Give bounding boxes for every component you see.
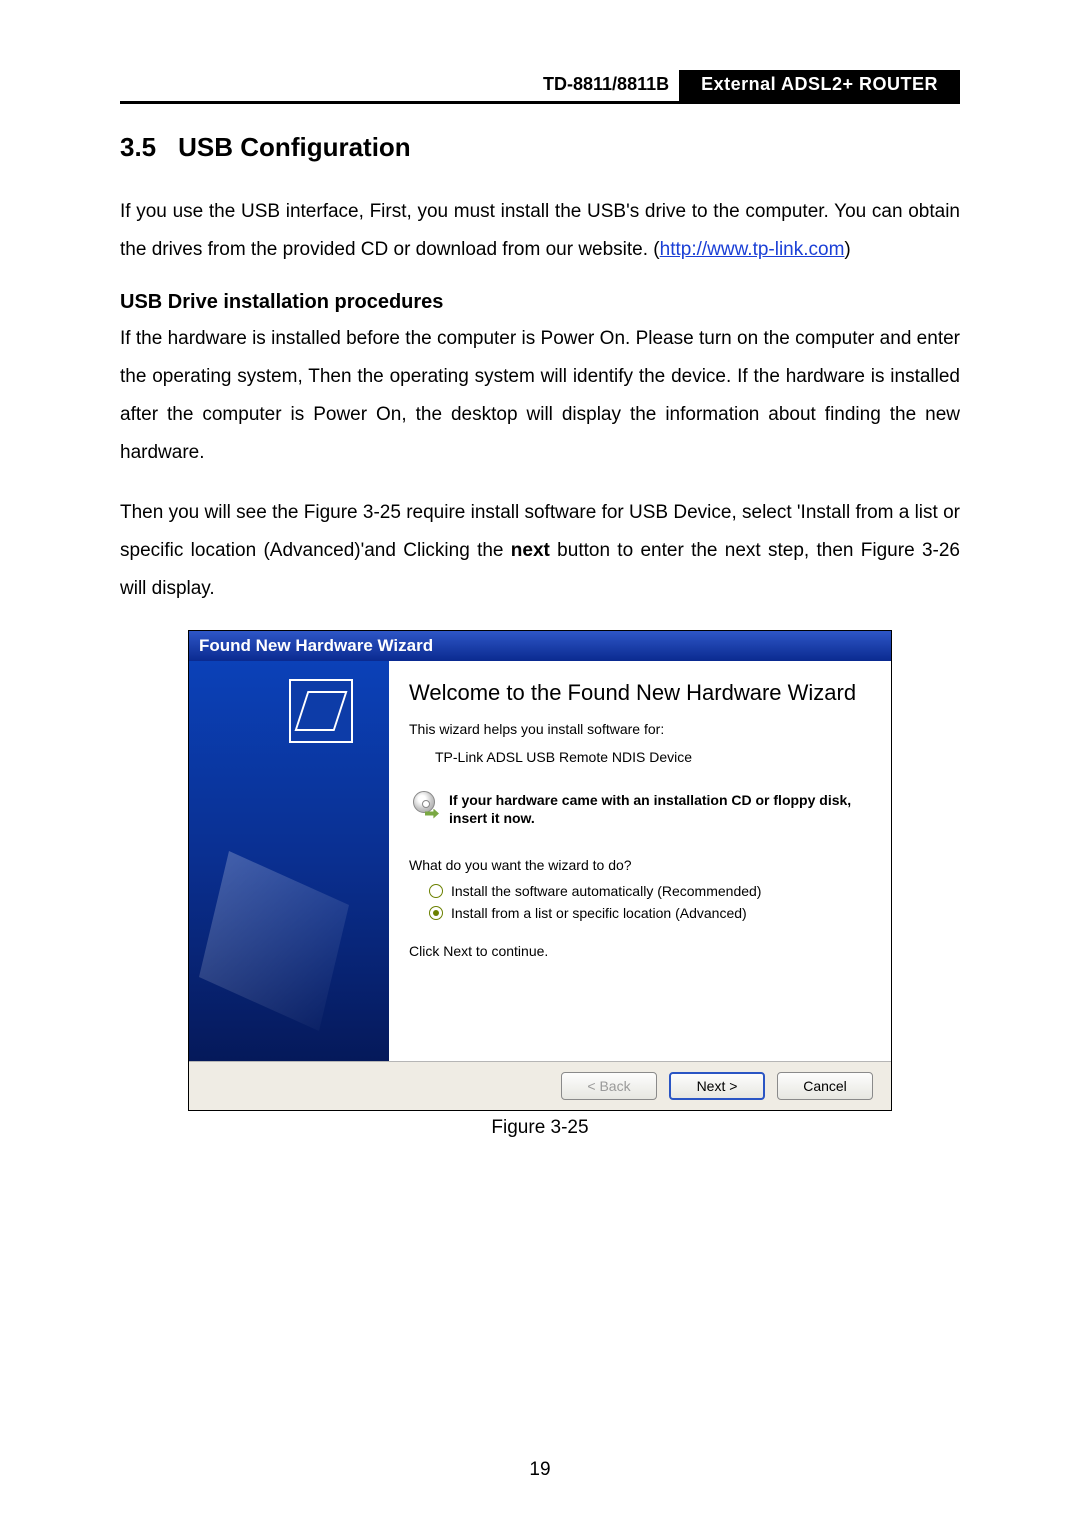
figure-caption: Figure 3-25 — [120, 1117, 960, 1139]
wizard-footer: < Back Next > Cancel — [189, 1061, 891, 1110]
back-button: < Back — [561, 1072, 657, 1100]
wizard-device-name: TP-Link ADSL USB Remote NDIS Device — [435, 749, 869, 765]
hardware-wizard-dialog: Found New Hardware Wizard Welcome to the… — [188, 630, 892, 1111]
wizard-titlebar: Found New Hardware Wizard — [189, 631, 891, 661]
insert-cd-text: If your hardware came with an installati… — [449, 791, 869, 827]
side-shape — [199, 851, 349, 1031]
cd-icon — [409, 791, 439, 821]
wizard-side-graphic — [189, 661, 389, 1061]
radio-auto[interactable]: Install the software automatically (Reco… — [429, 883, 869, 899]
device-icon — [289, 679, 353, 743]
next-button[interactable]: Next > — [669, 1072, 765, 1100]
section-heading: 3.5 USB Configuration — [120, 132, 960, 163]
radio-off-icon — [429, 884, 443, 898]
wizard-continue-text: Click Next to continue. — [409, 943, 869, 959]
cancel-button[interactable]: Cancel — [777, 1072, 873, 1100]
paragraph-3: Then you will see the Figure 3-25 requir… — [120, 494, 960, 608]
para1-text-b: ) — [844, 239, 850, 260]
doc-header: TD-8811/8811B External ADSL2+ ROUTER — [120, 70, 960, 104]
section-title: USB Configuration — [178, 132, 411, 162]
sub-heading: USB Drive installation procedures — [120, 291, 960, 314]
wizard-heading: Welcome to the Found New Hardware Wizard — [409, 679, 869, 707]
insert-cd-row: If your hardware came with an installati… — [409, 791, 869, 827]
website-link[interactable]: http://www.tp-link.com — [660, 239, 845, 260]
paragraph-2: If the hardware is installed before the … — [120, 320, 960, 472]
section-number: 3.5 — [120, 132, 156, 162]
radio-list[interactable]: Install from a list or specific location… — [429, 905, 869, 921]
header-model: TD-8811/8811B — [533, 70, 679, 101]
header-tag: External ADSL2+ ROUTER — [679, 70, 960, 101]
page-number: 19 — [0, 1459, 1080, 1481]
radio-on-icon — [429, 906, 443, 920]
paragraph-1: If you use the USB interface, First, you… — [120, 193, 960, 269]
para3-bold: next — [511, 540, 550, 561]
radio-auto-label: Install the software automatically (Reco… — [451, 883, 761, 899]
wizard-question: What do you want the wizard to do? — [409, 857, 869, 873]
wizard-helps-text: This wizard helps you install software f… — [409, 721, 869, 737]
radio-list-label: Install from a list or specific location… — [451, 905, 747, 921]
